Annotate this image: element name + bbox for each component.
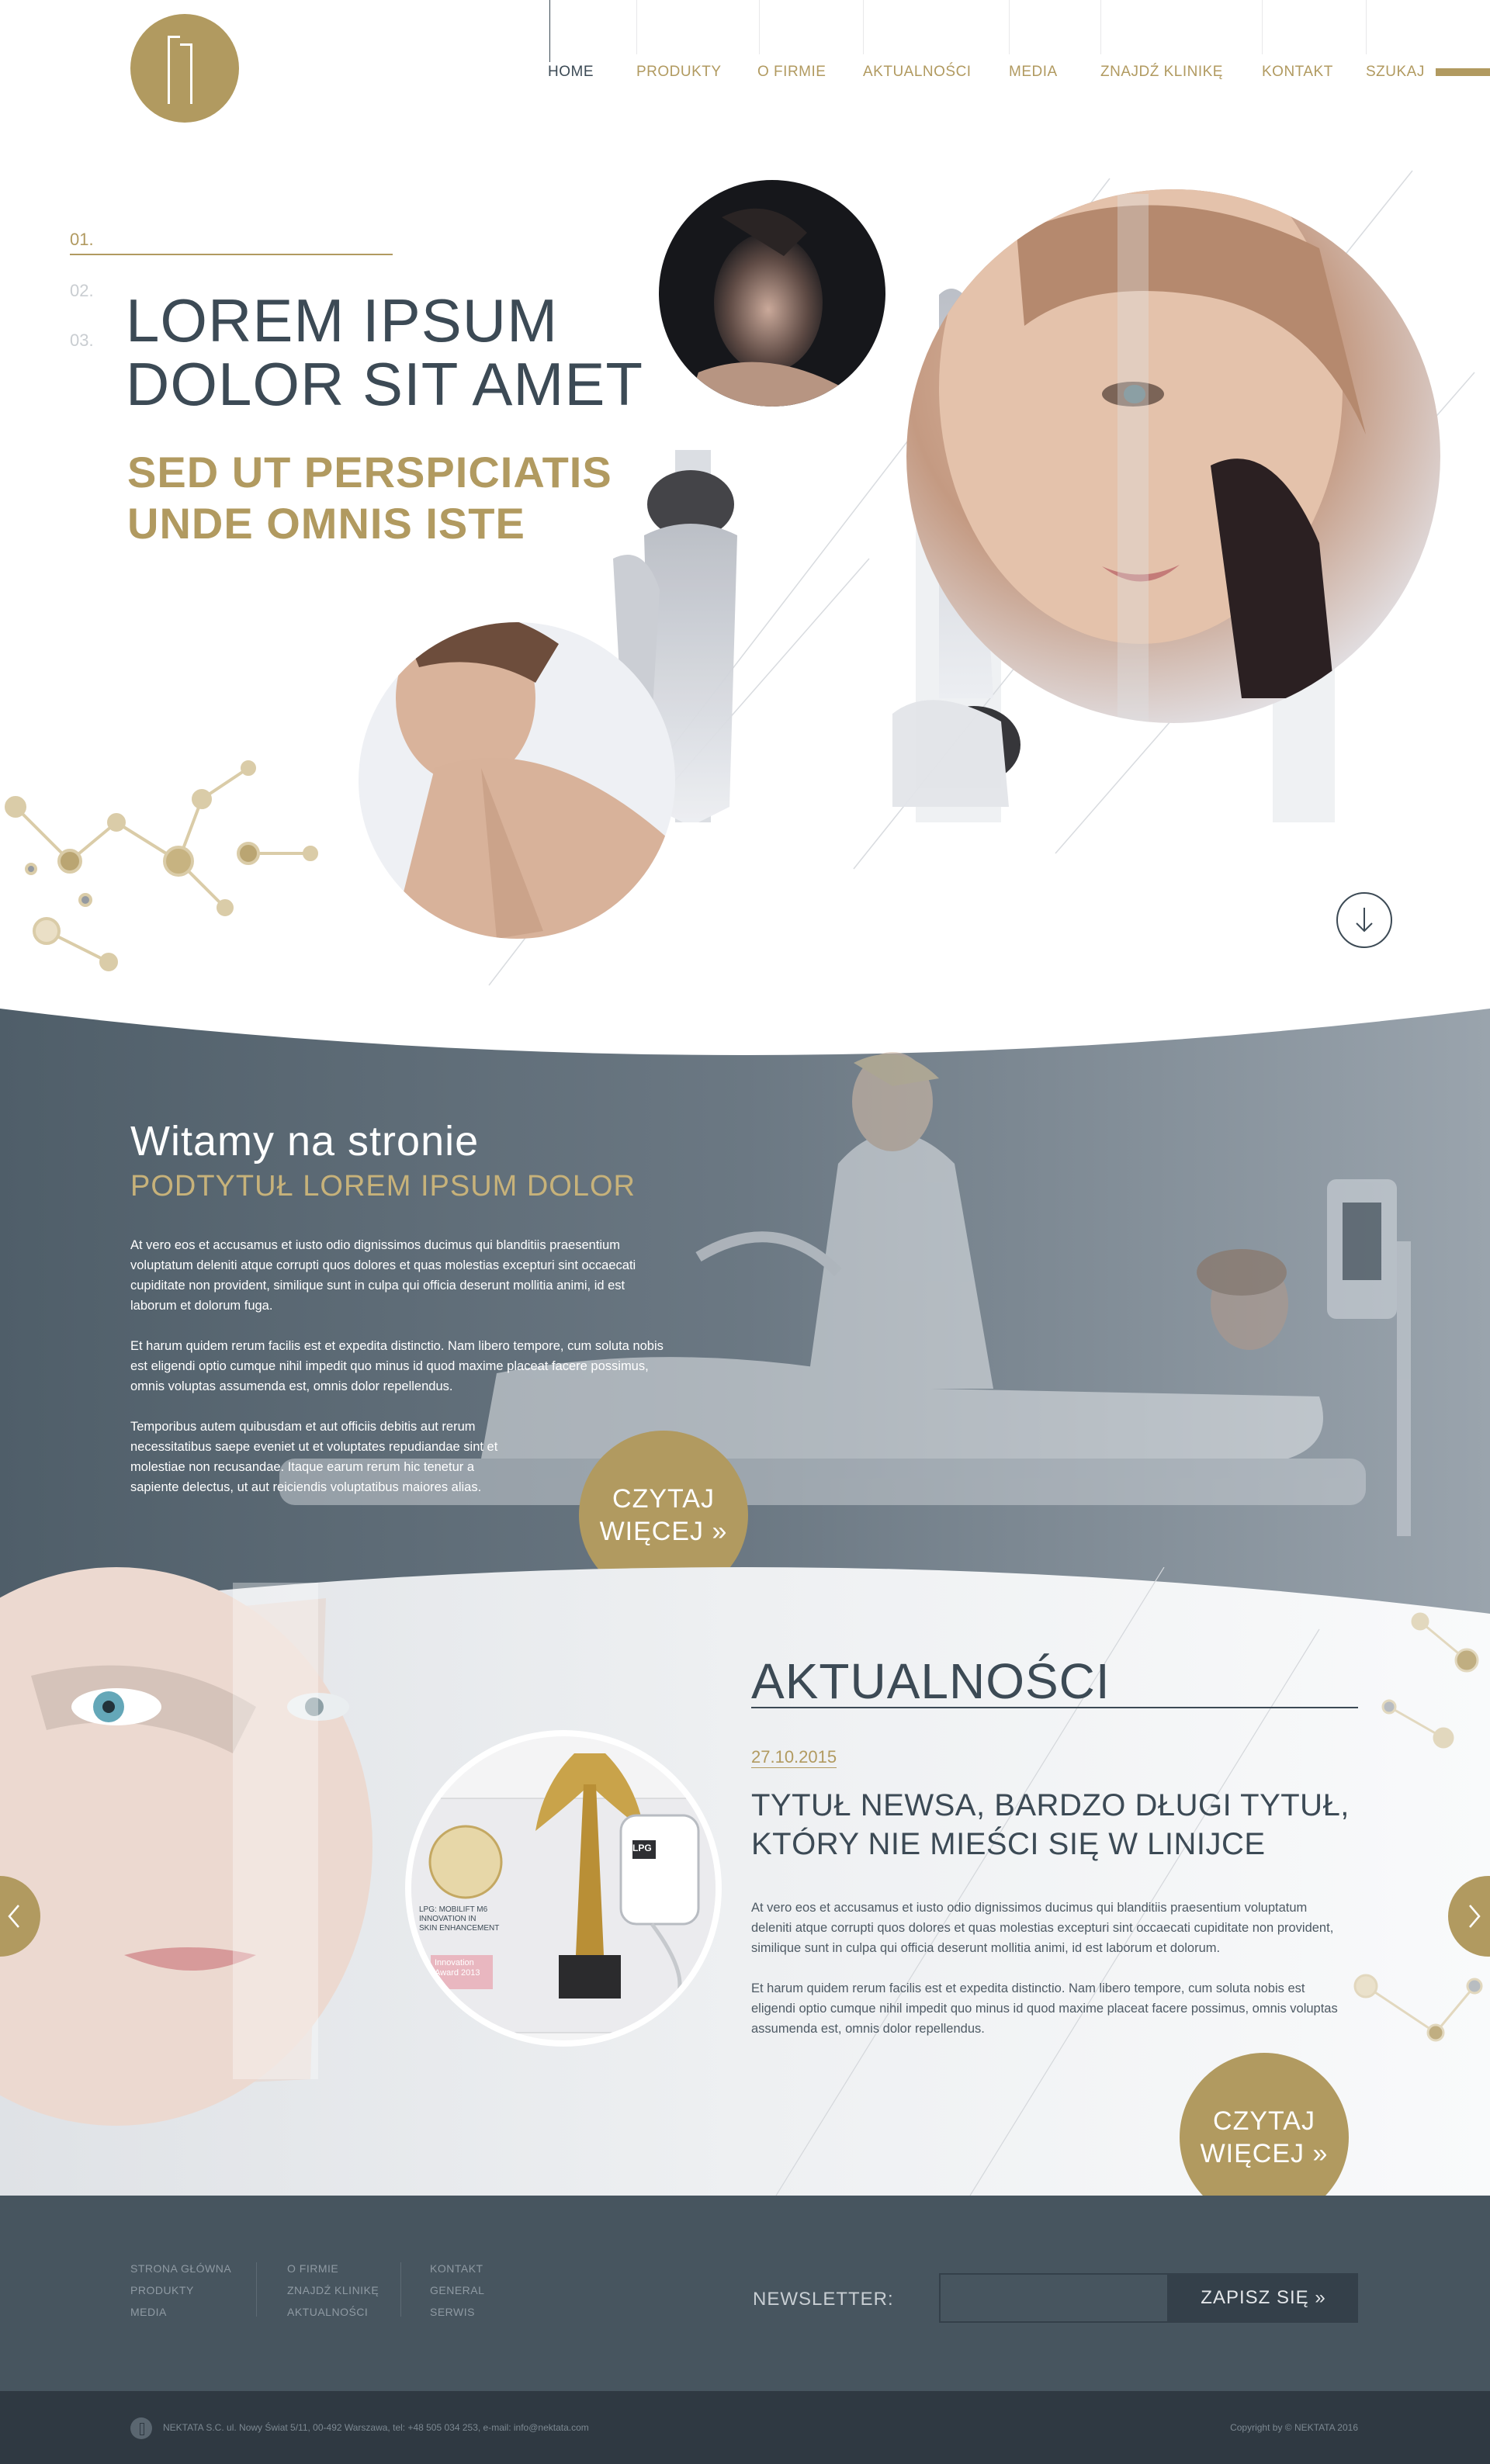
hero-subtitle-line: SED UT PERSPICIATIS xyxy=(127,448,612,497)
footer-links-col3: KONTAKT GENERAL SERWIS xyxy=(430,2258,484,2323)
welcome-title: Witamy na stronie xyxy=(130,1118,480,1165)
nav-home[interactable]: HOME xyxy=(548,0,594,85)
nav-produkty[interactable]: PRODUKTY xyxy=(636,0,722,85)
news-next-button[interactable] xyxy=(1448,1876,1490,1957)
news-date[interactable]: 27.10.2015 xyxy=(751,1747,837,1768)
footer-divider xyxy=(400,2262,401,2317)
footer-logo-icon xyxy=(130,2417,152,2439)
footer-links-col1: STRONA GŁÓWNA PRODUKTY MEDIA xyxy=(130,2258,231,2323)
nav-szukaj[interactable]: SZUKAJ xyxy=(1366,0,1425,85)
footer-link[interactable]: ZNAJDŹ KLINIKĘ xyxy=(287,2279,379,2301)
footer-divider xyxy=(256,2262,257,2317)
welcome-subtitle: PODTYTUŁ LOREM IPSUM DOLOR xyxy=(130,1170,636,1203)
button-label: WIĘCEJ » xyxy=(599,1517,728,1546)
slide-number[interactable]: 02. xyxy=(70,281,94,301)
footer-link[interactable]: PRODUKTY xyxy=(130,2279,231,2301)
hero-title: LOREM IPSUM DOLOR SIT AMET xyxy=(126,289,643,416)
logo-mark xyxy=(168,36,180,104)
hero-title-line: LOREM IPSUM xyxy=(126,286,559,355)
site-logo[interactable] xyxy=(130,14,239,123)
nav-znajdz-klinike[interactable]: ZNAJDŹ KLINIKĘ xyxy=(1100,0,1223,85)
company-address: NEKTATA S.C. ul. Nowy Świat 5/11, 00-492… xyxy=(163,2422,589,2433)
button-label: CZYTAJ xyxy=(1213,2106,1315,2136)
newsletter-subscribe-button[interactable]: ZAPISZ SIĘ » xyxy=(1169,2273,1358,2323)
hero-title-line: DOLOR SIT AMET xyxy=(126,350,644,418)
button-label: CZYTAJ xyxy=(612,1484,715,1514)
award-badge-line: Innovation xyxy=(435,1958,474,1967)
award-caption-line: LPG: MOBILIFT M6 xyxy=(419,1905,488,1914)
paragraph: Temporibus autem quibusdam et aut offici… xyxy=(130,1420,498,1494)
nav-kontakt[interactable]: KONTAKT xyxy=(1262,0,1333,85)
photo-face-blue-eyes xyxy=(0,1567,372,2126)
paragraph: Et harum quidem rerum facilis est et exp… xyxy=(751,1981,1338,2036)
logo-mark-inner xyxy=(180,43,192,104)
news-text: At vero eos et accusamus et iusto odio d… xyxy=(751,1898,1349,2059)
news-section-title: AKTUALNOŚCI xyxy=(751,1653,1111,1709)
footer-link[interactable]: O FIRMIE xyxy=(287,2258,379,2279)
slide-number[interactable]: 03. xyxy=(70,330,94,351)
award-badge-line: Award 2013 xyxy=(435,1968,480,1978)
paragraph: At vero eos et accusamus et iusto odio d… xyxy=(130,1238,636,1313)
news-title-underline xyxy=(751,1707,1358,1708)
footer-link[interactable]: GENERAL xyxy=(430,2279,484,2301)
paragraph: Et harum quidem rerum facilis est et exp… xyxy=(130,1339,664,1393)
nav-media[interactable]: MEDIA xyxy=(1009,0,1058,85)
button-label: WIĘCEJ » xyxy=(1200,2139,1329,2168)
footer-link[interactable]: STRONA GŁÓWNA xyxy=(130,2258,231,2279)
nav-aktualnosci[interactable]: AKTUALNOŚCI xyxy=(863,0,972,85)
footer-link[interactable]: AKTUALNOŚCI xyxy=(287,2301,379,2323)
molecule-decoration xyxy=(5,760,318,971)
footer-link[interactable]: MEDIA xyxy=(130,2301,231,2323)
chevron-right-icon xyxy=(1469,1905,1481,1928)
footer-link[interactable]: SERWIS xyxy=(430,2301,484,2323)
copyright: Copyright by © NEKTATA 2016 xyxy=(1230,2422,1358,2433)
footer-links-col2: O FIRMIE ZNAJDŹ KLINIKĘ AKTUALNOŚCI xyxy=(287,2258,379,2323)
device-logo: LPG xyxy=(632,1843,652,1853)
award-caption-line: SKIN ENHANCEMENT xyxy=(419,1924,500,1933)
footer-link[interactable]: KONTAKT xyxy=(430,2258,484,2279)
news-prev-button[interactable] xyxy=(0,1876,40,1957)
newsletter-label: NEWSLETTER: xyxy=(753,2289,894,2310)
award-caption-line: INNOVATION IN xyxy=(419,1915,476,1923)
nav-o-firmie[interactable]: O FIRMIE xyxy=(757,0,826,85)
award-badge-text: Innovation Award 2013 xyxy=(435,1958,480,1978)
welcome-text: At vero eos et accusamus et iusto odio d… xyxy=(130,1235,666,1518)
arrow-down-circle-icon xyxy=(1356,908,1373,933)
newsletter-email-input[interactable] xyxy=(939,2273,1169,2323)
news-headline[interactable]: TYTUŁ NEWSA, BARDZO DŁUGI TYTUŁ, KTÓRY N… xyxy=(751,1786,1357,1864)
paragraph: At vero eos et accusamus et iusto odio d… xyxy=(751,1901,1334,1955)
slide-active-line xyxy=(70,254,393,255)
hero-subtitle-line: UNDE OMNIS ISTE xyxy=(127,499,525,548)
photo-portrait-dark xyxy=(659,180,885,407)
search-toggle[interactable] xyxy=(1436,68,1490,76)
award-caption: LPG: MOBILIFT M6 INNOVATION IN SKIN ENHA… xyxy=(419,1905,512,1933)
scroll-down-button[interactable] xyxy=(1336,892,1392,948)
slide-number[interactable]: 01. xyxy=(70,230,94,250)
hero-subtitle: SED UT PERSPICIATIS UNDE OMNIS ISTE xyxy=(127,447,612,549)
chevron-left-icon xyxy=(8,1905,19,1928)
